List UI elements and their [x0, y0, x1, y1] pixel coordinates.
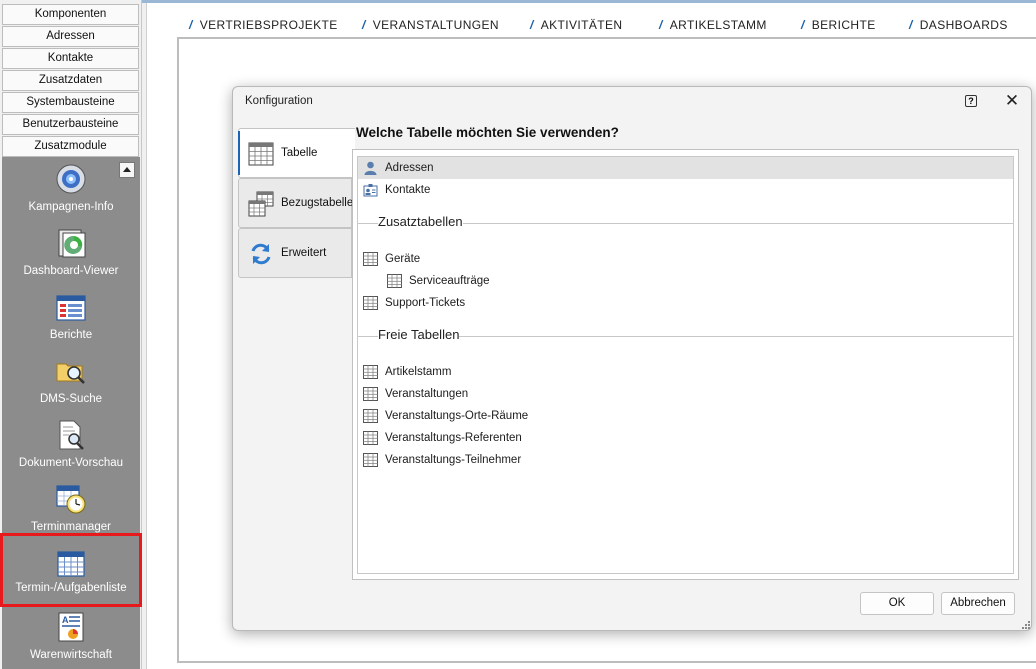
calendar-clock-icon: [56, 485, 86, 514]
table-grid-icon: [387, 274, 402, 288]
tab-label: ARTIKELSTAMM: [669, 18, 767, 32]
tab-label: Erweitert: [281, 247, 327, 259]
list-item-support-tickets[interactable]: Support-Tickets: [358, 292, 1013, 314]
table-grid-icon: [363, 453, 378, 467]
cancel-button[interactable]: Abbrechen: [941, 592, 1015, 615]
module-label: Berichte: [49, 329, 93, 341]
tab-label: DASHBOARDS: [919, 18, 1008, 32]
refresh-arrows-icon: [251, 243, 271, 265]
module-dokument-vorschau[interactable]: Dokument-Vorschau: [2, 417, 140, 481]
module-dms-suche[interactable]: DMS-Suche: [2, 353, 140, 417]
calendar-grid-icon: [57, 551, 85, 577]
list-item-serviceauftraege[interactable]: Serviceaufträge: [358, 270, 1013, 292]
list-item-label: Artikelstamm: [385, 366, 452, 378]
group-header-freie-tabellen: Freie Tabellen: [378, 327, 460, 342]
module-label: DMS-Suche: [40, 393, 102, 405]
tab-vertriebsprojekte[interactable]: / VERTRIEBSPROJEKTE: [189, 18, 338, 32]
tab-aktivitaeten[interactable]: / AKTIVITÄTEN: [530, 18, 622, 32]
tab-label: AKTIVITÄTEN: [540, 18, 623, 32]
tab-label: Tabelle: [281, 147, 318, 159]
table-grid-icon: [363, 296, 378, 310]
inventory-chart-icon: A: [58, 612, 84, 642]
table-grid-icon: [363, 365, 378, 379]
list-item-label: Support-Tickets: [385, 297, 466, 309]
module-dashboard-viewer[interactable]: Dashboard-Viewer: [2, 225, 140, 289]
document-magnifier-icon: [59, 420, 84, 450]
table-grid-icon: [248, 142, 274, 166]
list-item-label: Adressen: [385, 162, 434, 174]
list-item-label: Veranstaltungs-Teilnehmer: [385, 454, 522, 466]
module-kampagnen-info[interactable]: Kampagnen-Info: [2, 161, 140, 225]
list-item-label: Kontakte: [385, 184, 431, 196]
nav-systembausteine[interactable]: Systembausteine: [2, 92, 139, 113]
group-header-zusatztabellen: Zusatztabellen: [378, 214, 463, 229]
list-item-label: Veranstaltungs-Orte-Räume: [385, 410, 529, 422]
globe-disc-icon: [56, 164, 86, 194]
list-item-label: Veranstaltungen: [385, 388, 469, 400]
list-item-artikelstamm[interactable]: Artikelstamm: [358, 361, 1013, 383]
list-item-veranstaltungs-orte-raeume[interactable]: Veranstaltungs-Orte-Räume: [358, 405, 1013, 427]
tab-label: VERTRIEBSPROJEKTE: [199, 18, 338, 32]
module-label: Kampagnen-Info: [28, 201, 114, 213]
module-termin-aufgabenliste[interactable]: Termin-/Aufgabenliste: [0, 533, 142, 607]
tab-artikelstamm[interactable]: / ARTIKELSTAMM: [659, 18, 767, 32]
tab-label: BERICHTE: [811, 18, 876, 32]
table-question-heading: Welche Tabelle möchten Sie verwenden?: [356, 125, 619, 140]
module-label: Dashboard-Viewer: [23, 265, 119, 277]
contact-card-icon: [363, 184, 378, 197]
nav-kontakte[interactable]: Kontakte: [2, 48, 139, 69]
tab-bezugstabelle[interactable]: Bezugstabelle: [238, 178, 354, 228]
dialog-title: Konfiguration: [245, 95, 313, 107]
svg-text:A: A: [62, 615, 69, 625]
module-label: Terminmanager: [31, 521, 111, 533]
sidebar: Komponenten Adressen Kontakte Zusatzdate…: [0, 0, 142, 669]
close-icon[interactable]: ✕: [1001, 91, 1023, 113]
help-icon[interactable]: ?: [965, 95, 977, 107]
table-grid-icon: [363, 387, 378, 401]
list-item-label: Serviceaufträge: [409, 275, 490, 287]
nav-komponenten[interactable]: Komponenten: [2, 4, 139, 25]
module-berichte[interactable]: Berichte: [2, 289, 140, 353]
tab-erweitert[interactable]: Erweitert: [238, 228, 352, 278]
linked-tables-icon: [248, 191, 274, 217]
list-item-label: Veranstaltungs-Referenten: [385, 432, 522, 444]
list-item-label: Geräte: [385, 253, 421, 265]
tab-label: Bezugstabelle: [281, 197, 354, 209]
tab-label: VERANSTALTUNGEN: [372, 18, 499, 32]
resize-grip-icon[interactable]: [1021, 620, 1031, 630]
table-grid-icon: [363, 409, 378, 423]
top-tab-strip: / VERTRIEBSPROJEKTE / VERANSTALTUNGEN / AKT…: [147, 3, 1036, 37]
configuration-dialog: Konfiguration ? ✕ Tabelle Bezugstabelle: [232, 86, 1032, 631]
table-grid-icon: [363, 431, 378, 445]
list-item-geraete[interactable]: Geräte: [358, 248, 1013, 270]
nav-benutzerbausteine[interactable]: Benutzerbausteine: [2, 114, 139, 135]
list-item-veranstaltungs-referenten[interactable]: Veranstaltungs-Referenten: [358, 427, 1013, 449]
tab-tabelle[interactable]: Tabelle: [238, 128, 355, 178]
list-item-adressen[interactable]: Adressen: [358, 157, 1013, 179]
list-item-kontakte[interactable]: Kontakte: [358, 179, 1013, 201]
nav-zusatzmodule[interactable]: Zusatzmodule: [2, 136, 139, 157]
person-icon: [364, 161, 377, 175]
module-warenwirtschaft[interactable]: A Warenwirtschaft: [2, 609, 140, 669]
module-label: Warenwirtschaft: [29, 649, 112, 661]
nav-zusatzdaten[interactable]: Zusatzdaten: [2, 70, 139, 91]
dashboard-chart-icon: [58, 229, 86, 258]
list-item-veranstaltungs-teilnehmer[interactable]: Veranstaltungs-Teilnehmer: [358, 449, 1013, 471]
list-item-veranstaltungen[interactable]: Veranstaltungen: [358, 383, 1013, 405]
tab-berichte[interactable]: / BERICHTE: [801, 18, 876, 32]
module-label: Termin-/Aufgabenliste: [15, 582, 127, 594]
module-panel: Kampagnen-Info Dashboard-Viewer Berichte…: [0, 157, 142, 669]
tab-dashboards[interactable]: / DASHBOARDS: [909, 18, 1008, 32]
table-grid-icon: [363, 252, 378, 266]
ok-button[interactable]: OK: [860, 592, 934, 615]
folder-search-icon: [56, 363, 85, 384]
tab-veranstaltungen[interactable]: / VERANSTALTUNGEN: [362, 18, 499, 32]
report-table-icon: [56, 295, 86, 321]
table-list: Adressen Kontakte Zusatztabellen Geräte …: [357, 156, 1014, 574]
module-label: Dokument-Vorschau: [18, 457, 124, 469]
nav-adressen[interactable]: Adressen: [2, 26, 139, 47]
tab-content-panel: Adressen Kontakte Zusatztabellen Geräte …: [352, 149, 1019, 580]
